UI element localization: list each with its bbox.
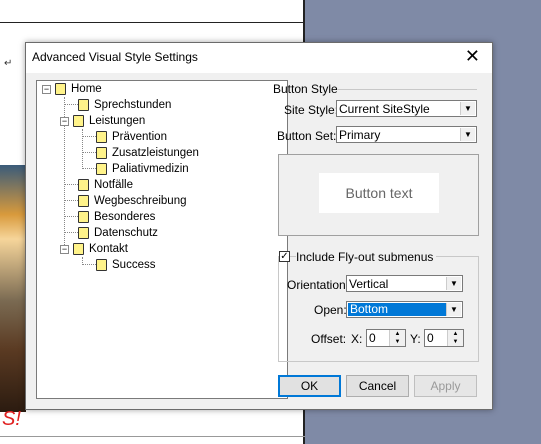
orientation-value: Vertical [349, 277, 389, 291]
background-image [0, 165, 26, 412]
close-icon[interactable]: ✕ [465, 46, 480, 66]
collapse-icon[interactable]: − [60, 244, 69, 254]
tree-item-leistungen[interactable]: − Leistungen [60, 113, 145, 129]
chevron-down-icon[interactable]: ▼ [446, 303, 461, 316]
tree-item-zusatzleistungen[interactable]: Zusatzleistungen [96, 145, 199, 161]
page-icon [96, 147, 107, 159]
apply-button[interactable]: Apply [414, 375, 477, 397]
page-icon [78, 179, 89, 191]
tree-item-label: Notfälle [94, 179, 133, 191]
page-icon [78, 195, 89, 207]
return-arrow-icon: ↵ [4, 58, 13, 69]
page-icon [55, 83, 66, 95]
orientation-label: Orientation: [287, 278, 350, 292]
page-icon [73, 115, 84, 127]
collapse-icon[interactable]: − [42, 84, 51, 94]
button-set-select[interactable]: Primary ▼ [336, 126, 477, 143]
include-flyout-checkbox[interactable]: ✓ [279, 251, 290, 262]
chevron-down-icon[interactable]: ▼ [460, 102, 475, 115]
offset-x-value: 0 [369, 331, 376, 345]
tree-item-label: Success [112, 259, 156, 271]
tree-item-label: Kontakt [89, 243, 128, 255]
tree-item-besonderes[interactable]: Besonderes [78, 209, 155, 225]
dialog-titlebar[interactable]: Advanced Visual Style Settings ✕ [26, 43, 492, 73]
spinner-down-icon[interactable]: ▼ [390, 338, 405, 346]
offset-y-spinner[interactable]: 0 ▲ ▼ [424, 329, 464, 347]
background-red-text: S! [2, 408, 21, 430]
open-label: Open: [314, 303, 347, 317]
tree-item-praevention[interactable]: Prävention [96, 129, 167, 145]
spinner-up-icon[interactable]: ▲ [448, 330, 463, 338]
tree-item-label: Datenschutz [94, 227, 158, 239]
advanced-visual-style-dialog: Advanced Visual Style Settings ✕ − Home … [25, 42, 493, 410]
group-separator [338, 89, 477, 90]
include-flyout-label[interactable]: Include Fly-out submenus [296, 250, 437, 264]
spinner-down-icon[interactable]: ▼ [448, 338, 463, 346]
button-preview-panel: Button text [278, 154, 479, 236]
spinner-buttons[interactable]: ▲ ▼ [389, 330, 405, 346]
chevron-down-icon[interactable]: ▼ [460, 128, 475, 141]
chevron-down-icon[interactable]: ▼ [446, 277, 461, 290]
page-icon [96, 259, 107, 271]
dialog-title: Advanced Visual Style Settings [32, 50, 198, 64]
page-icon [96, 131, 107, 143]
spinner-up-icon[interactable]: ▲ [390, 330, 405, 338]
tree-item-sprechstunden[interactable]: Sprechstunden [78, 97, 171, 113]
page-icon [78, 227, 89, 239]
tree-item-label: Sprechstunden [94, 99, 172, 111]
tree-item-label: Besonderes [94, 211, 156, 223]
button-set-value: Primary [339, 128, 381, 142]
spinner-buttons[interactable]: ▲ ▼ [447, 330, 463, 346]
background-rule [0, 22, 305, 23]
offset-y-label: Y: [410, 332, 421, 346]
offset-x-spinner[interactable]: 0 ▲ ▼ [366, 329, 406, 347]
open-value: Bottom [348, 303, 446, 316]
tree-item-notfaelle[interactable]: Notfälle [78, 177, 133, 193]
page-icon [73, 243, 84, 255]
button-set-label: Button Set: [277, 129, 337, 143]
tree-item-label: Leistungen [89, 115, 146, 127]
button-style-heading: Button Style [273, 82, 338, 96]
tree-item-label: Paliativmedizin [112, 163, 189, 175]
page-icon [78, 99, 89, 111]
ok-button[interactable]: OK [278, 375, 341, 397]
tree-item-label: Home [71, 83, 102, 95]
site-style-select[interactable]: Current SiteStyle ▼ [336, 100, 477, 117]
offset-x-label: X: [351, 332, 363, 346]
site-style-label: Site Style: [284, 103, 339, 117]
page-icon [96, 163, 107, 175]
tree-item-success[interactable]: Success [96, 257, 155, 273]
open-select[interactable]: Bottom ▼ [346, 301, 463, 318]
page-icon [78, 211, 89, 223]
tree-item-paliativmedizin[interactable]: Paliativmedizin [96, 161, 189, 177]
background-bottom-rule [0, 436, 305, 437]
site-style-value: Current SiteStyle [339, 102, 430, 116]
page-tree[interactable]: − Home Sprechstunden − Leistungen Präven… [36, 80, 288, 399]
tree-item-wegbeschreibung[interactable]: Wegbeschreibung [78, 193, 187, 209]
orientation-select[interactable]: Vertical ▼ [346, 275, 463, 292]
tree-item-label: Wegbeschreibung [94, 195, 187, 207]
offset-label: Offset: [311, 332, 347, 346]
offset-y-value: 0 [427, 331, 434, 345]
cancel-button[interactable]: Cancel [346, 375, 409, 397]
tree-item-home[interactable]: − Home [42, 81, 102, 97]
preview-button: Button text [319, 173, 439, 213]
tree-item-label: Prävention [112, 131, 167, 143]
tree-item-datenschutz[interactable]: Datenschutz [78, 225, 158, 241]
tree-item-kontakt[interactable]: − Kontakt [60, 241, 128, 257]
tree-item-label: Zusatzleistungen [112, 147, 199, 159]
collapse-icon[interactable]: − [60, 116, 69, 126]
